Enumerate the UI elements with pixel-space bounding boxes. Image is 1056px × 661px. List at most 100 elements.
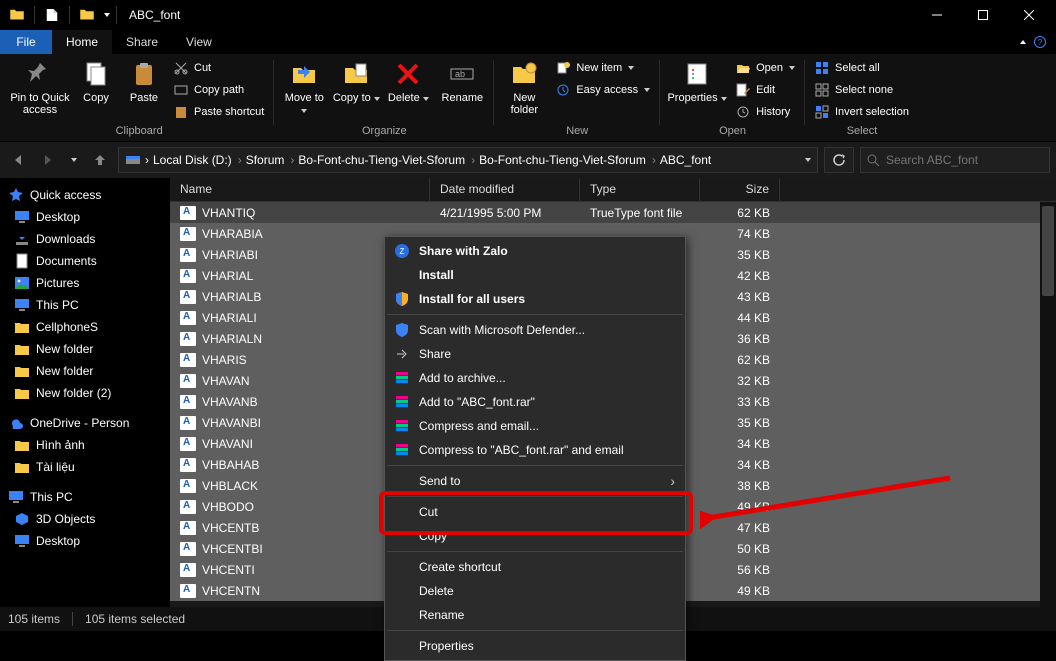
tab-home[interactable]: Home	[52, 30, 112, 54]
font-icon	[180, 311, 196, 325]
group-select-label: Select	[811, 124, 913, 140]
minimize-button[interactable]	[914, 0, 960, 30]
file-row[interactable]: VHANTIQ4/21/1995 5:00 PMTrueType font fi…	[170, 202, 1056, 223]
ctx-compressrar[interactable]: Compress to "ABC_font.rar" and email	[385, 438, 685, 462]
up-button[interactable]	[88, 148, 112, 172]
ctx-cut[interactable]: Cut	[385, 500, 685, 524]
sidebar-quickaccess[interactable]: Quick access	[4, 184, 166, 206]
refresh-button[interactable]	[824, 147, 854, 173]
file-size: 43 KB	[700, 290, 780, 304]
ctx-copy[interactable]: Copy	[385, 524, 685, 548]
ctx-installall[interactable]: Install for all users	[385, 287, 685, 311]
newfolder-button[interactable]: New folder	[500, 56, 548, 116]
sidebar-thispc[interactable]: This PC	[4, 486, 166, 508]
crumb-dropdown[interactable]	[805, 158, 811, 162]
edit-icon	[736, 83, 750, 97]
sidebar-item[interactable]: Documents	[4, 250, 166, 272]
titlebar: ABC_font	[0, 0, 1056, 30]
crumb-0[interactable]: Local Disk (D:)	[153, 153, 232, 167]
rar-icon	[394, 442, 410, 458]
sidebar-item[interactable]: Desktop	[4, 206, 166, 228]
history-button[interactable]: History	[732, 102, 799, 122]
group-clipboard-label: Clipboard	[10, 124, 268, 140]
ctx-sendto[interactable]: Send to	[385, 469, 685, 493]
crumb-1[interactable]: Sforum	[246, 153, 285, 167]
ctx-shortcut[interactable]: Create shortcut	[385, 555, 685, 579]
sidebar-item[interactable]: CellphoneS	[4, 316, 166, 338]
sidebar-item[interactable]: Tài liệu	[4, 456, 166, 478]
maximize-button[interactable]	[960, 0, 1006, 30]
easyaccess-button[interactable]: Easy access	[552, 80, 654, 100]
moveto-button[interactable]: Move to	[280, 56, 328, 116]
cut-button[interactable]: Cut	[170, 58, 268, 78]
recent-button[interactable]	[66, 148, 82, 172]
sidebar-item[interactable]: 3D Objects	[4, 508, 166, 530]
tab-view[interactable]: View	[172, 30, 226, 54]
sidebar-item[interactable]: Pictures	[4, 272, 166, 294]
col-name[interactable]: Name	[170, 178, 430, 201]
close-button[interactable]	[1006, 0, 1052, 30]
pin-button[interactable]: Pin to Quick access	[10, 56, 70, 116]
selectnone-button[interactable]: Select none	[811, 80, 913, 100]
easyaccess-icon	[556, 83, 570, 97]
delete-button[interactable]: Delete	[384, 56, 432, 104]
search-input[interactable]	[886, 153, 1043, 167]
font-icon	[180, 458, 196, 472]
newitem-button[interactable]: New item	[552, 58, 654, 78]
crumb-4[interactable]: ABC_font	[660, 153, 711, 167]
help-icon[interactable]: ?	[1034, 36, 1046, 48]
ctx-compress[interactable]: Compress and email...	[385, 414, 685, 438]
ctx-delete[interactable]: Delete	[385, 579, 685, 603]
file-name: VHAVAN	[202, 374, 250, 388]
invertselection-button[interactable]: Invert selection	[811, 102, 913, 122]
sidebar-item[interactable]: New folder	[4, 360, 166, 382]
back-button[interactable]	[6, 148, 30, 172]
file-size: 62 KB	[700, 353, 780, 367]
paste-button[interactable]: Paste	[122, 56, 166, 104]
sidebar-onedrive[interactable]: OneDrive - Person	[4, 412, 166, 434]
selectall-button[interactable]: Select all	[811, 58, 913, 78]
open-button[interactable]: Open	[732, 58, 799, 78]
sidebar-item[interactable]: Downloads	[4, 228, 166, 250]
sidebar-item[interactable]: New folder	[4, 338, 166, 360]
ctx-defender[interactable]: Scan with Microsoft Defender...	[385, 318, 685, 342]
sidebar-item[interactable]: Hình ảnh	[4, 434, 166, 456]
rename-button[interactable]: ab Rename	[436, 56, 488, 104]
ctx-addarchive[interactable]: Add to archive...	[385, 366, 685, 390]
title-dropdown[interactable]	[104, 13, 110, 17]
font-icon	[180, 374, 196, 388]
newfolder-icon	[510, 60, 538, 88]
col-type[interactable]: Type	[580, 178, 700, 201]
menu-file[interactable]: File	[0, 30, 52, 54]
ctx-install[interactable]: Install	[385, 263, 685, 287]
breadcrumb[interactable]: › Local Disk (D:)› Sforum› Bo-Font-chu-T…	[118, 147, 818, 173]
ctx-share[interactable]: Share	[385, 342, 685, 366]
font-icon	[180, 479, 196, 493]
crumb-2[interactable]: Bo-Font-chu-Tieng-Viet-Sforum	[298, 153, 465, 167]
folder-icon	[43, 6, 61, 24]
sidebar-item[interactable]: This PC	[4, 294, 166, 316]
forward-button[interactable]	[36, 148, 60, 172]
col-size[interactable]: Size	[700, 178, 780, 201]
sidebar-item[interactable]: Desktop	[4, 530, 166, 552]
ctx-addrar[interactable]: Add to "ABC_font.rar"	[385, 390, 685, 414]
sidebar-item[interactable]: New folder (2)	[4, 382, 166, 404]
scrollbar[interactable]	[1040, 202, 1056, 607]
crumb-3[interactable]: Bo-Font-chu-Tieng-Viet-Sforum	[479, 153, 646, 167]
ctx-properties[interactable]: Properties	[385, 634, 685, 658]
pasteshortcut-button[interactable]: Paste shortcut	[170, 102, 268, 122]
copy-button[interactable]: Copy	[74, 56, 118, 104]
copypath-button[interactable]: Copy path	[170, 80, 268, 100]
copyto-button[interactable]: Copy to	[332, 56, 380, 104]
invert-icon	[815, 105, 829, 119]
ctx-sharezalo[interactable]: ZShare with Zalo	[385, 239, 685, 263]
3d-icon	[14, 511, 30, 527]
file-date: 4/21/1995 5:00 PM	[430, 206, 580, 220]
properties-button[interactable]: Properties	[666, 56, 728, 104]
edit-button[interactable]: Edit	[732, 80, 799, 100]
search-box[interactable]	[860, 147, 1050, 173]
ctx-rename[interactable]: Rename	[385, 603, 685, 627]
ribbon-collapse[interactable]: ?	[1008, 30, 1056, 54]
col-date[interactable]: Date modified	[430, 178, 580, 201]
tab-share[interactable]: Share	[112, 30, 172, 54]
